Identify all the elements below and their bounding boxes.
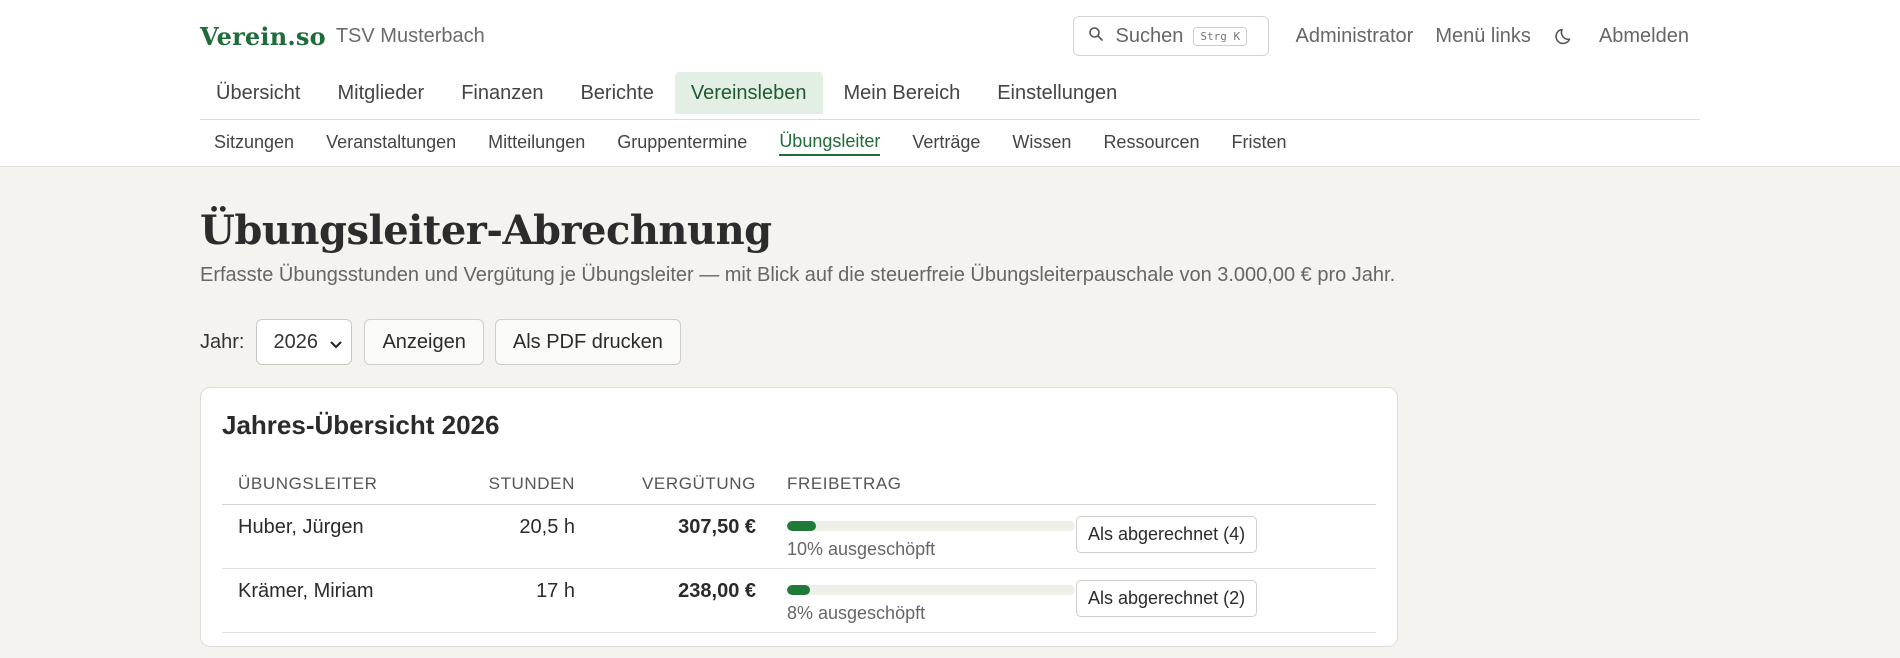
search-icon xyxy=(1088,26,1104,47)
tab-einstellungen[interactable]: Einstellungen xyxy=(981,72,1133,114)
tab-mitglieder[interactable]: Mitglieder xyxy=(321,72,440,114)
subtab-gruppentermine[interactable]: Gruppentermine xyxy=(617,132,747,155)
club-name: TSV Musterbach xyxy=(335,24,485,47)
year-value: 2026 xyxy=(273,330,318,353)
page-subtitle: Erfasste Übungsstunden und Vergütung je … xyxy=(200,264,1396,286)
page-title: Übungsleiter-Abrechnung xyxy=(200,207,772,254)
tab-berichte[interactable]: Berichte xyxy=(564,72,669,114)
logo[interactable]: Verein.so xyxy=(200,22,326,51)
main-content: Übungsleiter-Abrechnung Erfasste Übungss… xyxy=(200,207,1700,647)
subtab-sitzungen[interactable]: Sitzungen xyxy=(214,132,294,155)
header-actions: Suchen Strg K Administrator Menü links A… xyxy=(1072,16,1700,56)
trainer-hours: 17 h xyxy=(536,580,575,602)
allowance-progress-bar xyxy=(787,521,1075,531)
chevron-down-icon xyxy=(329,335,343,358)
col-header-trainer: ÜBUNGSLEITER xyxy=(238,473,378,493)
subtab-wissen[interactable]: Wissen xyxy=(1012,132,1071,155)
subtab-veranstaltungen[interactable]: Veranstaltungen xyxy=(326,132,456,155)
year-select[interactable]: 2026 xyxy=(256,319,353,365)
allowance-cell: 8% ausgeschöpft xyxy=(756,580,1076,624)
tab-vereinsleben[interactable]: Vereinsleben xyxy=(674,72,823,114)
search-shortcut: Strg K xyxy=(1193,26,1248,46)
subtab-ressourcen[interactable]: Ressourcen xyxy=(1103,132,1199,155)
trainer-hours: 20,5 h xyxy=(519,516,575,538)
sub-nav: Sitzungen Veranstaltungen Mitteilungen G… xyxy=(200,120,1700,166)
menu-left-link[interactable]: Menü links xyxy=(1435,25,1531,48)
table-row: Krämer, Miriam 17 h 238,00 € 8% ausgesch… xyxy=(222,569,1376,633)
trainer-name: Huber, Jürgen xyxy=(238,516,364,538)
mark-settled-button[interactable]: Als abgerechnet (4) xyxy=(1076,516,1258,553)
admin-link[interactable]: Administrator xyxy=(1296,25,1414,48)
year-label: Jahr: xyxy=(200,330,245,353)
overview-table: ÜBUNGSLEITER STUNDEN VERGÜTUNG FREIBETRA… xyxy=(222,463,1376,633)
action-cell: Als abgerechnet (4) xyxy=(1076,516,1376,553)
print-pdf-button[interactable]: Als PDF drucken xyxy=(494,319,681,365)
col-header-amount: VERGÜTUNG xyxy=(641,473,756,493)
year-overview-card: Jahres-Übersicht 2026 ÜBUNGSLEITER STUND… xyxy=(200,387,1398,647)
allowance-progress-fill xyxy=(787,585,811,595)
search-label: Suchen xyxy=(1115,24,1184,47)
header: Verein.so TSV Musterbach Suchen Strg K A… xyxy=(200,0,1700,72)
allowance-progress-bar xyxy=(787,585,1075,595)
trainer-amount: 307,50 € xyxy=(678,516,756,538)
mark-settled-button[interactable]: Als abgerechnet (2) xyxy=(1076,580,1258,617)
moon-icon[interactable] xyxy=(1554,25,1576,47)
subtab-uebungsleiter[interactable]: Übungsleiter xyxy=(779,131,881,156)
filter-controls: Jahr: 2026 Anzeigen Als PDF drucken xyxy=(200,319,1700,365)
allowance-usage-text: 10% ausgeschöpft xyxy=(787,539,936,559)
allowance-cell: 10% ausgeschöpft xyxy=(756,516,1076,560)
card-title: Jahres-Übersicht 2026 xyxy=(222,410,500,440)
col-header-allowance: FREIBETRAG xyxy=(787,473,902,493)
subtab-mitteilungen[interactable]: Mitteilungen xyxy=(488,132,585,155)
trainer-amount: 238,00 € xyxy=(678,580,756,602)
tab-finanzen[interactable]: Finanzen xyxy=(445,72,559,114)
trainer-name: Krämer, Miriam xyxy=(238,580,374,602)
table-header: ÜBUNGSLEITER STUNDEN VERGÜTUNG FREIBETRA… xyxy=(222,463,1376,505)
subtab-fristen[interactable]: Fristen xyxy=(1231,132,1286,155)
action-cell: Als abgerechnet (2) xyxy=(1076,580,1376,617)
allowance-progress-fill xyxy=(787,521,816,531)
search-button[interactable]: Suchen Strg K xyxy=(1072,16,1269,56)
top-bar: Verein.so TSV Musterbach Suchen Strg K A… xyxy=(0,0,1900,167)
show-button[interactable]: Anzeigen xyxy=(364,319,484,365)
col-header-hours: STUNDEN xyxy=(488,473,575,493)
table-row: Huber, Jürgen 20,5 h 307,50 € 10% ausges… xyxy=(222,505,1376,569)
tab-uebersicht[interactable]: Übersicht xyxy=(200,72,316,114)
logout-link[interactable]: Abmelden xyxy=(1599,25,1689,48)
main-nav: Übersicht Mitglieder Finanzen Berichte V… xyxy=(200,72,1700,120)
tab-mein-bereich[interactable]: Mein Bereich xyxy=(828,72,977,114)
allowance-usage-text: 8% ausgeschöpft xyxy=(787,603,926,623)
subtab-vertraege[interactable]: Verträge xyxy=(912,132,980,155)
